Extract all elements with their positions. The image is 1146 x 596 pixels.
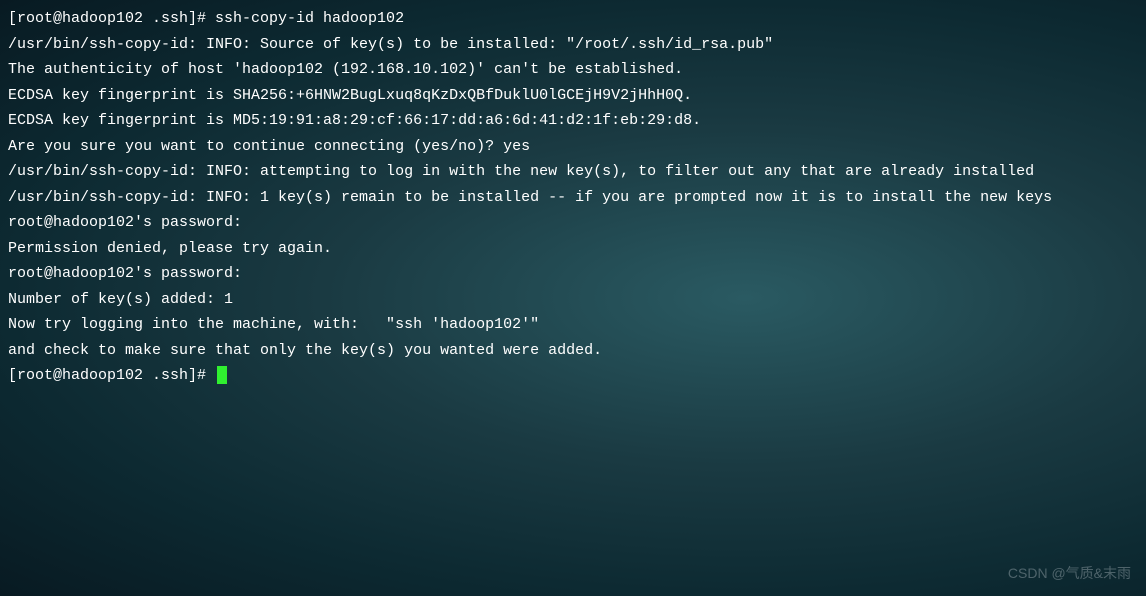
terminal-line: and check to make sure that only the key…: [8, 338, 1138, 364]
terminal-line: Number of key(s) added: 1: [8, 287, 1138, 313]
terminal-line: Permission denied, please try again.: [8, 236, 1138, 262]
cursor-icon: [217, 366, 227, 384]
terminal-prompt: [root@hadoop102 .ssh]#: [8, 367, 215, 384]
terminal-line: ECDSA key fingerprint is SHA256:+6HNW2Bu…: [8, 83, 1138, 109]
terminal-line: [root@hadoop102 .ssh]# ssh-copy-id hadoo…: [8, 6, 1138, 32]
terminal-prompt-line[interactable]: [root@hadoop102 .ssh]#: [8, 363, 1138, 389]
terminal-line: /usr/bin/ssh-copy-id: INFO: Source of ke…: [8, 32, 1138, 58]
terminal-line: ECDSA key fingerprint is MD5:19:91:a8:29…: [8, 108, 1138, 134]
terminal-line: Now try logging into the machine, with: …: [8, 312, 1138, 338]
watermark: CSDN @气质&末雨: [1008, 562, 1131, 586]
terminal-output[interactable]: [root@hadoop102 .ssh]# ssh-copy-id hadoo…: [8, 6, 1138, 389]
terminal-line: root@hadoop102's password:: [8, 210, 1138, 236]
terminal-line: /usr/bin/ssh-copy-id: INFO: 1 key(s) rem…: [8, 185, 1138, 211]
terminal-line: /usr/bin/ssh-copy-id: INFO: attempting t…: [8, 159, 1138, 185]
terminal-line: Are you sure you want to continue connec…: [8, 134, 1138, 160]
terminal-line: root@hadoop102's password:: [8, 261, 1138, 287]
terminal-line: The authenticity of host 'hadoop102 (192…: [8, 57, 1138, 83]
